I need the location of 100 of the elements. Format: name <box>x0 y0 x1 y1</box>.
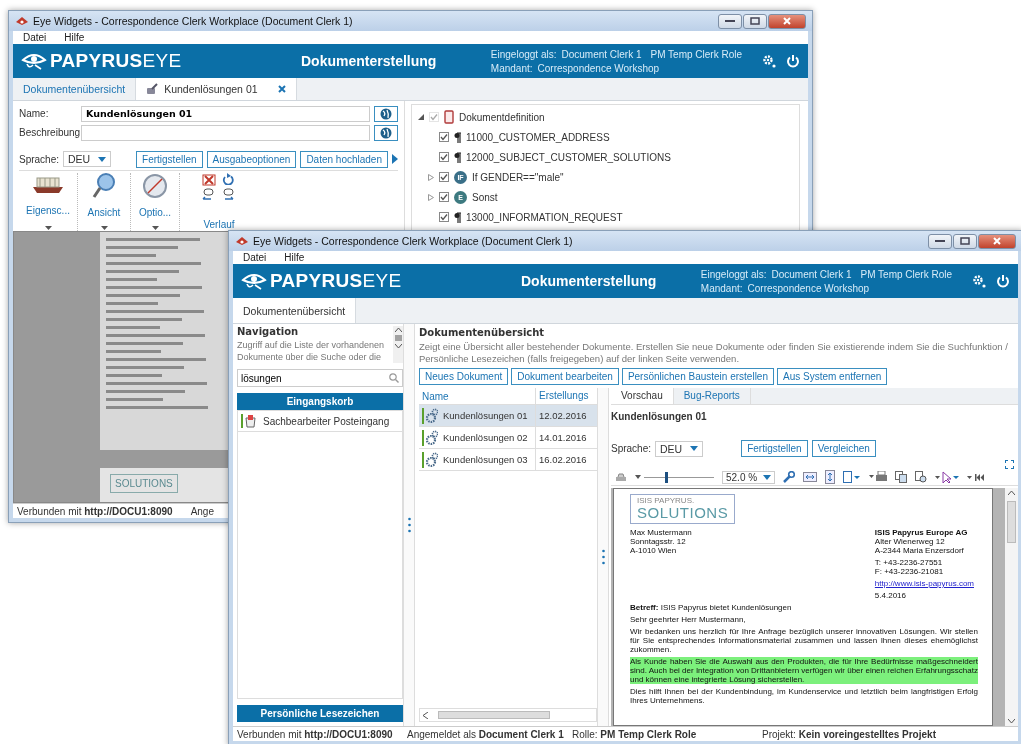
scrollbar[interactable] <box>419 708 597 722</box>
navigation-title: Navigation <box>237 326 300 337</box>
inbox-item[interactable]: Sachbearbeiter Posteingang <box>238 411 402 432</box>
letter-date: 5.4.2016 <box>874 591 907 600</box>
comment-forward-icon[interactable] <box>222 188 234 201</box>
tab[interactable]: Bug-Reports <box>673 388 751 404</box>
bookmarks-header[interactable]: Persönliche Lesezeichen <box>237 705 403 722</box>
menu-item[interactable]: Hilfe <box>64 32 85 43</box>
ribbon-label[interactable]: Ansicht <box>87 207 121 218</box>
action-button[interactable]: Neues Dokument <box>419 368 509 385</box>
caret-icon[interactable] <box>98 156 107 162</box>
magnifier-icon[interactable] <box>92 173 116 199</box>
status-text: Rolle: PM Temp Clerk Role <box>572 728 698 740</box>
slider-thumb[interactable] <box>665 471 668 483</box>
power-icon[interactable] <box>786 54 800 68</box>
minimize-icon[interactable] <box>935 239 945 243</box>
power-icon[interactable] <box>996 274 1010 288</box>
ribbon-label[interactable]: Eigensc... <box>26 205 70 216</box>
fit-width-icon[interactable] <box>803 472 818 482</box>
table-row[interactable]: Kundenlösungen 02 14.01.2016 <box>419 427 597 449</box>
tab[interactable]: Vorschau <box>611 388 674 404</box>
action-button[interactable]: Fertigstellen <box>136 150 203 168</box>
document-icon <box>444 110 454 124</box>
close-icon[interactable] <box>277 85 286 93</box>
minimize-icon[interactable] <box>725 19 735 23</box>
settings-icon[interactable] <box>762 54 776 68</box>
action-button[interactable]: Fertigstellen <box>741 440 808 457</box>
menu-item[interactable]: Datei <box>243 252 267 263</box>
scroll-down-icon[interactable] <box>1008 719 1015 723</box>
scrollbar-thumb[interactable] <box>438 711 550 719</box>
language-select[interactable]: DEU <box>63 151 112 167</box>
page-menu-icon[interactable] <box>843 471 862 483</box>
action-button[interactable]: Dokument bearbeiten <box>511 368 619 385</box>
compass-icon[interactable] <box>142 173 168 199</box>
expand-icon[interactable] <box>1005 460 1014 469</box>
maximize-icon[interactable] <box>750 17 760 25</box>
minimize-button[interactable] <box>928 233 952 249</box>
scroll-grip-icon[interactable] <box>394 335 402 341</box>
caret-icon[interactable] <box>690 446 699 451</box>
table-cell-text: 14.01.2016 <box>538 431 588 445</box>
translate-button[interactable] <box>374 105 398 122</box>
zoom-field[interactable]: 52.0 % <box>722 470 776 484</box>
comment-back-icon[interactable] <box>202 188 214 201</box>
website-link[interactable]: http://www.isis-papyrus.com <box>874 579 974 588</box>
column-header[interactable]: Name <box>419 388 536 404</box>
delete-icon[interactable] <box>202 173 216 186</box>
company-name: ISIS Papyrus Europe AG <box>874 528 969 537</box>
wrench-icon[interactable] <box>783 471 796 483</box>
page-title: Dokumenterstellung <box>520 273 658 289</box>
maximize-button[interactable] <box>953 233 977 249</box>
table-cell-text: 12.02.2016 <box>538 409 588 423</box>
translate-button[interactable] <box>374 124 398 141</box>
tab[interactable]: Kundenlösungen 01 <box>136 78 297 100</box>
print-icon[interactable] <box>869 471 888 483</box>
menu-item[interactable]: Hilfe <box>284 252 305 263</box>
splitter-handle-icon[interactable] <box>601 549 605 565</box>
action-button[interactable]: Aus System entfernen <box>777 368 888 385</box>
caret-icon[interactable] <box>635 475 641 479</box>
maximize-icon[interactable] <box>960 237 970 245</box>
inbox-header[interactable]: Eingangskorb <box>237 393 403 410</box>
menu-item[interactable]: Datei <box>23 32 47 43</box>
column-header[interactable]: Erstellungs <box>536 388 597 404</box>
table-row[interactable]: Kundenlösungen 01 12.02.2016 <box>419 405 597 427</box>
minimize-button[interactable] <box>718 13 742 29</box>
scroll-up-icon[interactable] <box>1008 491 1015 495</box>
cursor-menu-icon[interactable] <box>935 470 960 484</box>
language-select[interactable]: DEU <box>655 440 704 457</box>
maximize-button[interactable] <box>743 13 767 29</box>
scanner-icon[interactable] <box>615 472 627 482</box>
action-button[interactable]: Vergleichen <box>811 440 876 457</box>
action-button[interactable]: Persönlichen Baustein erstellen <box>621 368 774 385</box>
splitter-handle-icon[interactable] <box>407 517 411 533</box>
scroll-up-icon[interactable] <box>394 328 402 332</box>
ribbon-label[interactable]: Verlauf <box>203 219 235 230</box>
scroll-left-icon[interactable] <box>423 711 428 719</box>
scroll-down-icon[interactable] <box>394 344 402 348</box>
fit-height-icon[interactable] <box>825 470 836 484</box>
action-button[interactable]: Daten hochladen <box>300 150 388 168</box>
action-button[interactable]: Ausgabeoptionen <box>206 150 297 168</box>
refresh-icon[interactable] <box>222 173 234 185</box>
caret-icon[interactable] <box>763 474 772 480</box>
letter-subject: Betreff: ISIS Papyrus bietet Kundenlösungen <box>630 603 793 612</box>
table-row[interactable]: Kundenlösungen 03 16.02.2016 <box>419 449 597 471</box>
status-text: Angemeldet als Document Clerk 1 <box>407 728 565 740</box>
close-button[interactable] <box>978 233 1016 249</box>
scrollbar[interactable] <box>1005 488 1018 726</box>
first-page-icon[interactable] <box>967 472 986 482</box>
document-search-icon[interactable] <box>915 471 928 483</box>
close-button[interactable] <box>768 13 806 29</box>
tab[interactable]: Dokumentenübersicht <box>233 298 357 323</box>
description-field[interactable] <box>81 124 370 141</box>
scrollbar[interactable] <box>393 326 403 363</box>
search-field[interactable]: lösungen <box>237 369 403 387</box>
scrollbar-thumb[interactable] <box>1007 501 1016 543</box>
settings-icon[interactable] <box>972 274 986 288</box>
search-icon[interactable] <box>389 373 399 383</box>
ribbon-label[interactable]: Optio... <box>138 207 172 218</box>
name-field[interactable]: Kundenlösungen 01 <box>81 105 370 122</box>
more-arrow-icon[interactable] <box>392 154 398 164</box>
copy-icon[interactable] <box>895 471 908 483</box>
